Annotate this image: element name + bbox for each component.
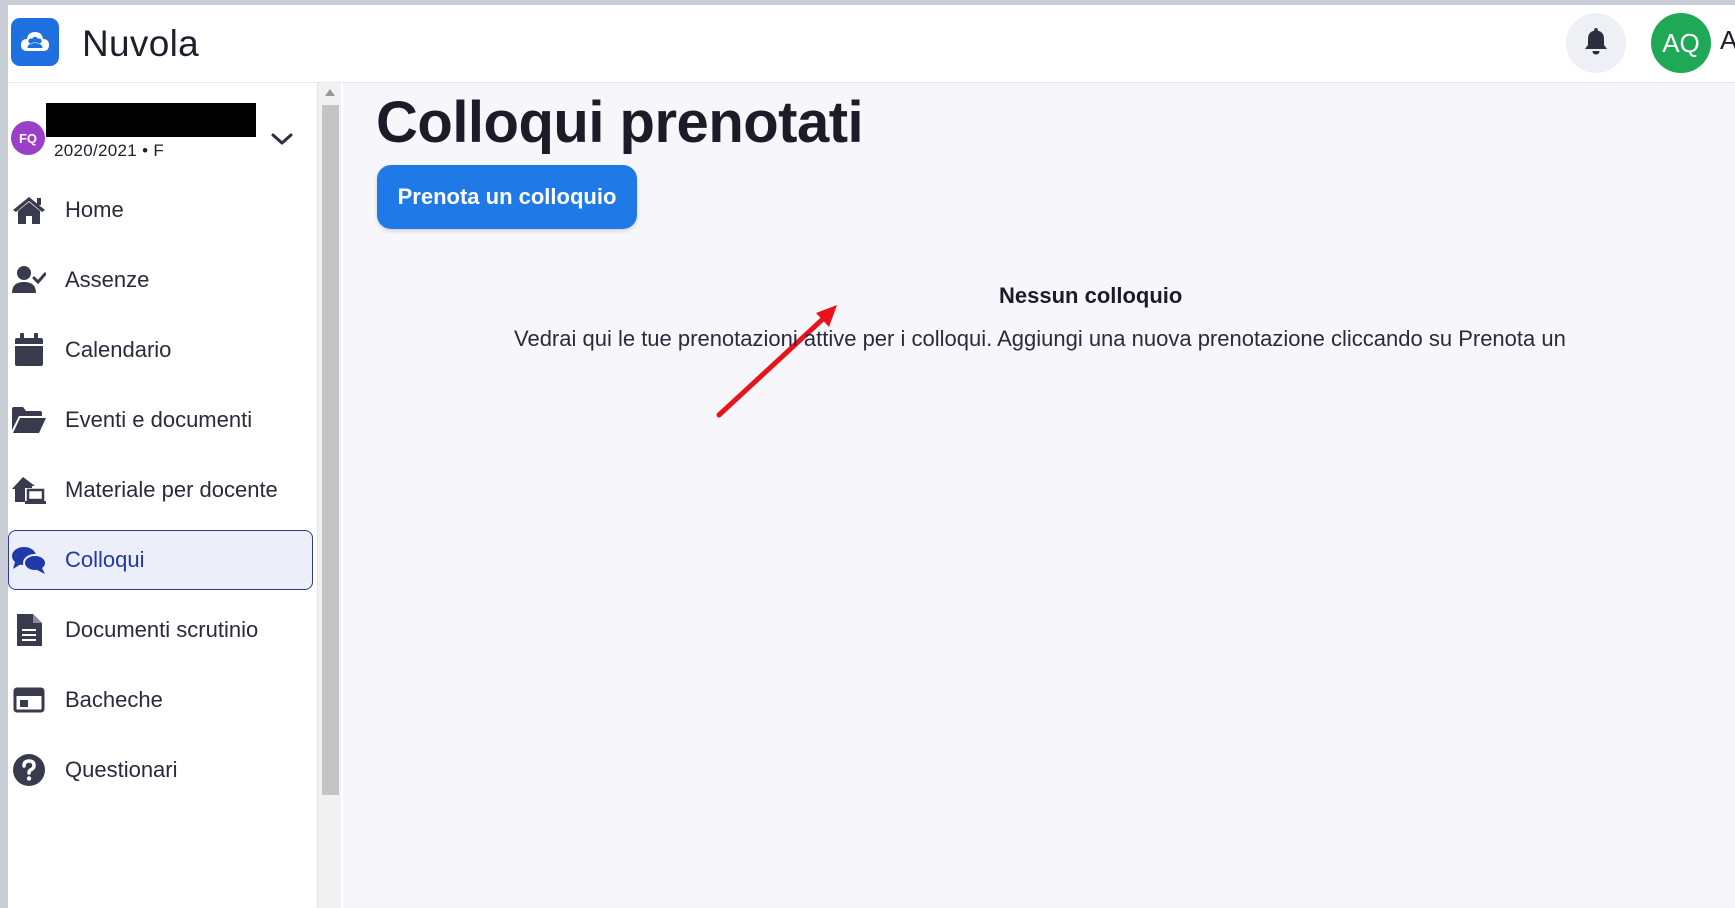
sidebar-item-label: Home bbox=[65, 197, 124, 222]
file-text-icon bbox=[11, 612, 47, 648]
empty-state-text: Vedrai qui le tue prenotazioni attive pe… bbox=[514, 326, 1566, 351]
sidebar-item-label: Colloqui bbox=[65, 547, 145, 572]
sidebar-item-materiale-docente[interactable]: Materiale per docente bbox=[8, 460, 313, 520]
scroll-up-arrow-icon[interactable] bbox=[325, 89, 335, 96]
page-title: Colloqui prenotati bbox=[376, 90, 864, 155]
sidebar-item-label: Questionari bbox=[65, 757, 178, 782]
sidebar-item-assenze[interactable]: Assenze bbox=[8, 250, 313, 310]
sidebar-item-calendario[interactable]: Calendario bbox=[8, 320, 313, 380]
chat-bubbles-icon bbox=[11, 542, 47, 578]
sidebar-nav: Home Assenze Calendario Eventi e documen… bbox=[8, 180, 313, 810]
house-laptop-icon bbox=[11, 472, 47, 508]
top-bar: Nuvola AQ A bbox=[8, 5, 1735, 83]
student-avatar: FQ bbox=[11, 121, 45, 155]
user-avatar[interactable]: AQ bbox=[1651, 13, 1711, 73]
app-window: Nuvola AQ A FQ 2020/2021 • F Home Assenz… bbox=[8, 5, 1735, 908]
brand-name: Nuvola bbox=[82, 23, 199, 64]
home-icon bbox=[11, 192, 47, 228]
sidebar-scrollbar[interactable] bbox=[317, 83, 341, 908]
sidebar-item-label: Bacheche bbox=[65, 687, 163, 712]
bell-icon bbox=[1582, 26, 1610, 61]
empty-state-title: Nessun colloquio bbox=[999, 283, 1183, 308]
sidebar-item-label: Materiale per docente bbox=[65, 477, 278, 502]
book-meeting-button[interactable]: Prenota un colloquio bbox=[377, 165, 637, 229]
sidebar-item-label: Documenti scrutinio bbox=[65, 617, 259, 642]
main-content: Colloqui prenotati Prenota un colloquio … bbox=[343, 83, 1735, 908]
question-circle-icon bbox=[11, 752, 47, 788]
sidebar-item-colloqui[interactable]: Colloqui bbox=[8, 530, 313, 590]
folder-open-icon bbox=[11, 402, 47, 438]
sidebar-item-bacheche[interactable]: Bacheche bbox=[8, 670, 313, 730]
student-year-class: 2020/2021 • F bbox=[54, 141, 165, 160]
sidebar-item-questionari[interactable]: Questionari bbox=[8, 740, 313, 800]
sidebar-item-documenti-scrutinio[interactable]: Documenti scrutinio bbox=[8, 600, 313, 660]
board-icon bbox=[11, 682, 47, 718]
annotation-arrow-icon bbox=[716, 305, 837, 418]
calendar-icon bbox=[11, 332, 47, 368]
cloud-people-icon[interactable] bbox=[11, 18, 59, 66]
chevron-down-icon[interactable] bbox=[268, 125, 296, 153]
sidebar-item-label: Eventi e documenti bbox=[65, 407, 253, 432]
student-name-redacted bbox=[46, 103, 256, 137]
sidebar-item-label: Calendario bbox=[65, 337, 172, 362]
user-name-label[interactable]: A bbox=[1720, 25, 1735, 56]
scrollbar-thumb[interactable] bbox=[322, 105, 339, 795]
student-selector[interactable]: FQ 2020/2021 • F bbox=[8, 83, 313, 183]
sidebar-item-home[interactable]: Home bbox=[8, 180, 313, 240]
user-check-icon bbox=[11, 262, 47, 298]
sidebar-item-eventi-documenti[interactable]: Eventi e documenti bbox=[8, 390, 313, 450]
notifications-button[interactable] bbox=[1566, 13, 1626, 73]
sidebar: FQ 2020/2021 • F Home Assenze Calendario… bbox=[8, 83, 343, 908]
sidebar-item-label: Assenze bbox=[65, 267, 150, 292]
